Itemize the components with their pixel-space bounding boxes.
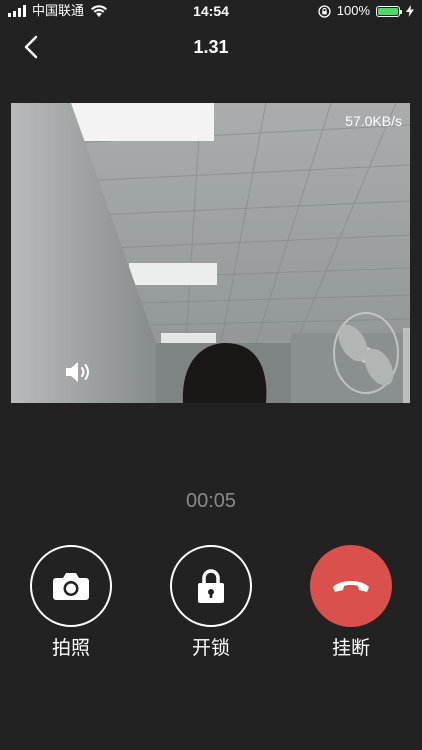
status-right: 100% xyxy=(318,3,414,19)
battery-icon xyxy=(376,5,402,17)
take-photo-circle[interactable] xyxy=(30,545,112,627)
battery-percent: 100% xyxy=(336,3,370,18)
status-bar: 中国联通 14:54 100% xyxy=(0,0,422,24)
padlock-icon xyxy=(198,569,224,603)
speaker-button[interactable] xyxy=(64,359,94,385)
video-feed[interactable]: 57.0KB/s xyxy=(11,103,410,403)
camera-image xyxy=(11,103,410,403)
nav-bar: 1.31 xyxy=(0,24,422,70)
unlock-button[interactable]: 开锁 xyxy=(166,545,256,661)
hang-up-circle[interactable] xyxy=(310,545,392,627)
hang-up-button[interactable]: 挂断 xyxy=(306,545,396,661)
charging-icon xyxy=(406,5,414,17)
unlock-label: 开锁 xyxy=(191,638,230,659)
network-speed: 57.0KB/s xyxy=(345,113,402,129)
call-timer: 00:05 xyxy=(185,490,237,512)
speaker-icon xyxy=(66,362,89,382)
take-photo-button[interactable]: 拍照 xyxy=(26,545,116,661)
camera-icon xyxy=(53,573,89,600)
unlock-circle[interactable] xyxy=(170,545,252,627)
take-photo-label: 拍照 xyxy=(51,638,90,659)
hang-up-icon xyxy=(333,581,369,592)
hang-up-label: 挂断 xyxy=(331,638,370,659)
page-title: 1.31 xyxy=(193,37,229,57)
rotation-lock-icon xyxy=(318,4,331,18)
